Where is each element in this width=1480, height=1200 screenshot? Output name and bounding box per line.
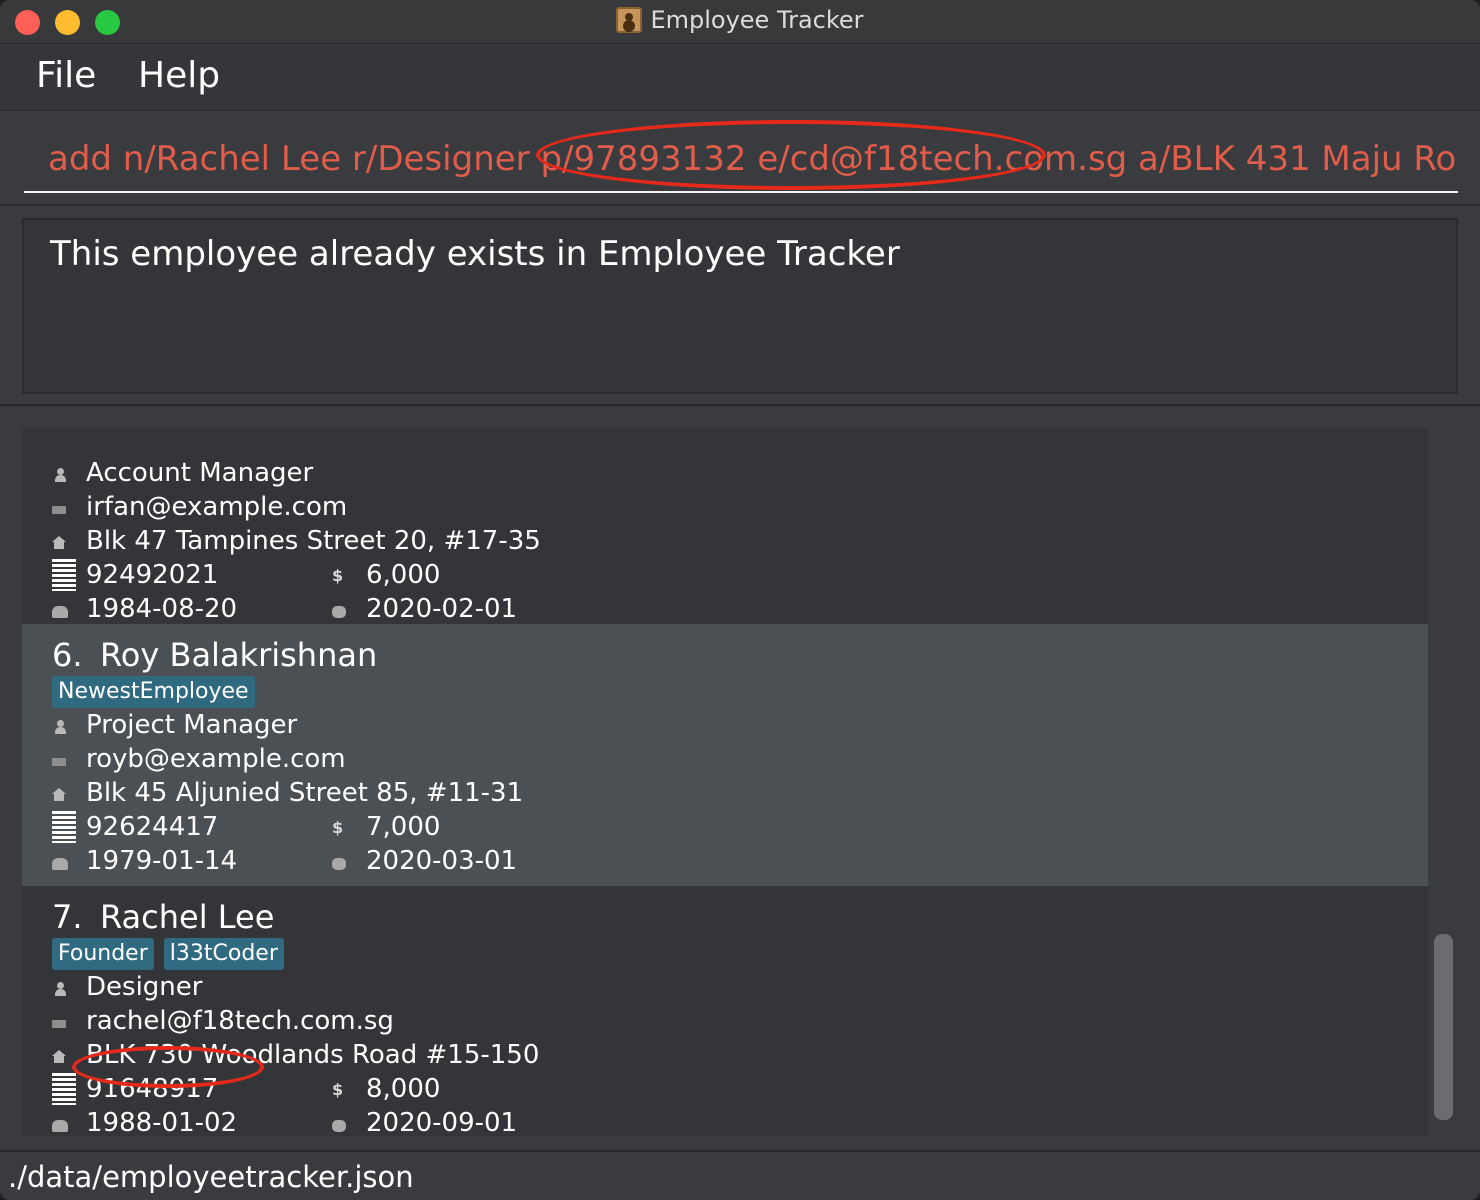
result-display: This employee already exists in Employee… bbox=[22, 218, 1458, 394]
employee-join-date: 2020-03-01 bbox=[366, 846, 518, 876]
employee-card-header: 6. Roy Balakrishnan bbox=[52, 636, 377, 674]
employee-tags: NewestEmployee bbox=[52, 676, 265, 708]
employee-index: 7. bbox=[52, 898, 83, 936]
calendar-icon bbox=[332, 606, 346, 618]
house-icon bbox=[52, 1050, 66, 1064]
employee-address: Blk 47 Tampines Street 20, #17-35 bbox=[86, 526, 541, 556]
person-icon bbox=[54, 982, 66, 996]
window-title: Employee Tracker bbox=[650, 6, 864, 34]
employee-tags: Founder l33tCoder bbox=[52, 938, 294, 970]
employee-join-date: 2020-09-01 bbox=[366, 1108, 518, 1136]
employee-salary: 7,000 bbox=[366, 812, 441, 842]
employee-index: 6. bbox=[52, 636, 83, 674]
tag-badge: Founder bbox=[52, 938, 154, 970]
employee-card-selected[interactable]: 6. Roy Balakrishnan NewestEmployee Projec… bbox=[22, 624, 1428, 886]
employee-birthday: 1979-01-14 bbox=[86, 846, 238, 876]
employee-address: Blk 45 Aljunied Street 85, #11-31 bbox=[86, 778, 524, 808]
command-box-area bbox=[0, 112, 1480, 206]
dollar-icon: $ bbox=[332, 1080, 344, 1099]
person-icon bbox=[54, 468, 66, 482]
phone-icon bbox=[52, 1073, 76, 1105]
calendar-icon bbox=[332, 858, 346, 870]
employee-role: Designer bbox=[86, 972, 203, 1002]
envelope-icon bbox=[52, 506, 66, 514]
employee-name: Roy Balakrishnan bbox=[100, 636, 378, 674]
envelope-icon bbox=[52, 758, 66, 766]
employee-role: Project Manager bbox=[86, 710, 298, 740]
menu-file[interactable]: File bbox=[36, 55, 96, 96]
envelope-icon bbox=[52, 1020, 66, 1028]
window-title-group: Employee Tracker bbox=[0, 6, 1480, 34]
employee-card[interactable]: Account Manager irfan@example.com Blk 47… bbox=[22, 428, 1428, 624]
list-scrollbar[interactable] bbox=[1434, 934, 1453, 1120]
result-display-area: This employee already exists in Employee… bbox=[0, 208, 1480, 406]
cake-icon bbox=[52, 1120, 68, 1132]
tag-badge: l33tCoder bbox=[163, 938, 284, 970]
command-input[interactable] bbox=[24, 127, 1458, 193]
data-file-path: ./data/employeetracker.json bbox=[8, 1160, 414, 1194]
tag-badge: NewestEmployee bbox=[52, 676, 255, 708]
employee-card[interactable]: 7. Rachel Lee Founder l33tCoder Designer r… bbox=[22, 886, 1428, 1136]
app-window: Employee Tracker File Help This employee… bbox=[0, 0, 1480, 1200]
calendar-icon bbox=[332, 1120, 346, 1132]
employee-role: Account Manager bbox=[86, 458, 314, 488]
house-icon bbox=[52, 788, 66, 802]
employee-list-panel: Account Manager irfan@example.com Blk 47… bbox=[0, 408, 1480, 1148]
menu-bar: File Help bbox=[0, 45, 1480, 111]
employee-birthday: 1988-01-02 bbox=[86, 1108, 238, 1136]
employee-phone: 92492021 bbox=[86, 560, 219, 590]
house-icon bbox=[52, 536, 66, 550]
app-contacts-icon bbox=[616, 7, 643, 33]
employee-phone: 92624417 bbox=[86, 812, 219, 842]
employee-email: irfan@example.com bbox=[86, 492, 348, 522]
phone-icon bbox=[52, 559, 76, 591]
employee-card-header: 7. Rachel Lee bbox=[52, 898, 274, 936]
employee-phone: 91648917 bbox=[86, 1074, 219, 1104]
employee-salary: 8,000 bbox=[366, 1074, 441, 1104]
employee-birthday: 1984-08-20 bbox=[86, 594, 238, 624]
result-message: This employee already exists in Employee… bbox=[50, 234, 900, 274]
employee-join-date: 2020-02-01 bbox=[366, 594, 518, 624]
status-bar: ./data/employeetracker.json bbox=[0, 1150, 1480, 1200]
cake-icon bbox=[52, 606, 68, 618]
menu-help[interactable]: Help bbox=[138, 55, 220, 96]
phone-icon bbox=[52, 811, 76, 843]
employee-address: BLK 730 Woodlands Road #15-150 bbox=[86, 1040, 540, 1070]
title-bar: Employee Tracker bbox=[0, 0, 1480, 44]
employee-salary: 6,000 bbox=[366, 560, 441, 590]
cake-icon bbox=[52, 858, 68, 870]
person-icon bbox=[54, 720, 66, 734]
employee-name: Rachel Lee bbox=[100, 898, 275, 936]
dollar-icon: $ bbox=[332, 818, 344, 837]
employee-list[interactable]: Account Manager irfan@example.com Blk 47… bbox=[22, 428, 1428, 1136]
employee-email: royb@example.com bbox=[86, 744, 346, 774]
employee-email: rachel@f18tech.com.sg bbox=[86, 1006, 394, 1036]
dollar-icon: $ bbox=[332, 566, 344, 585]
